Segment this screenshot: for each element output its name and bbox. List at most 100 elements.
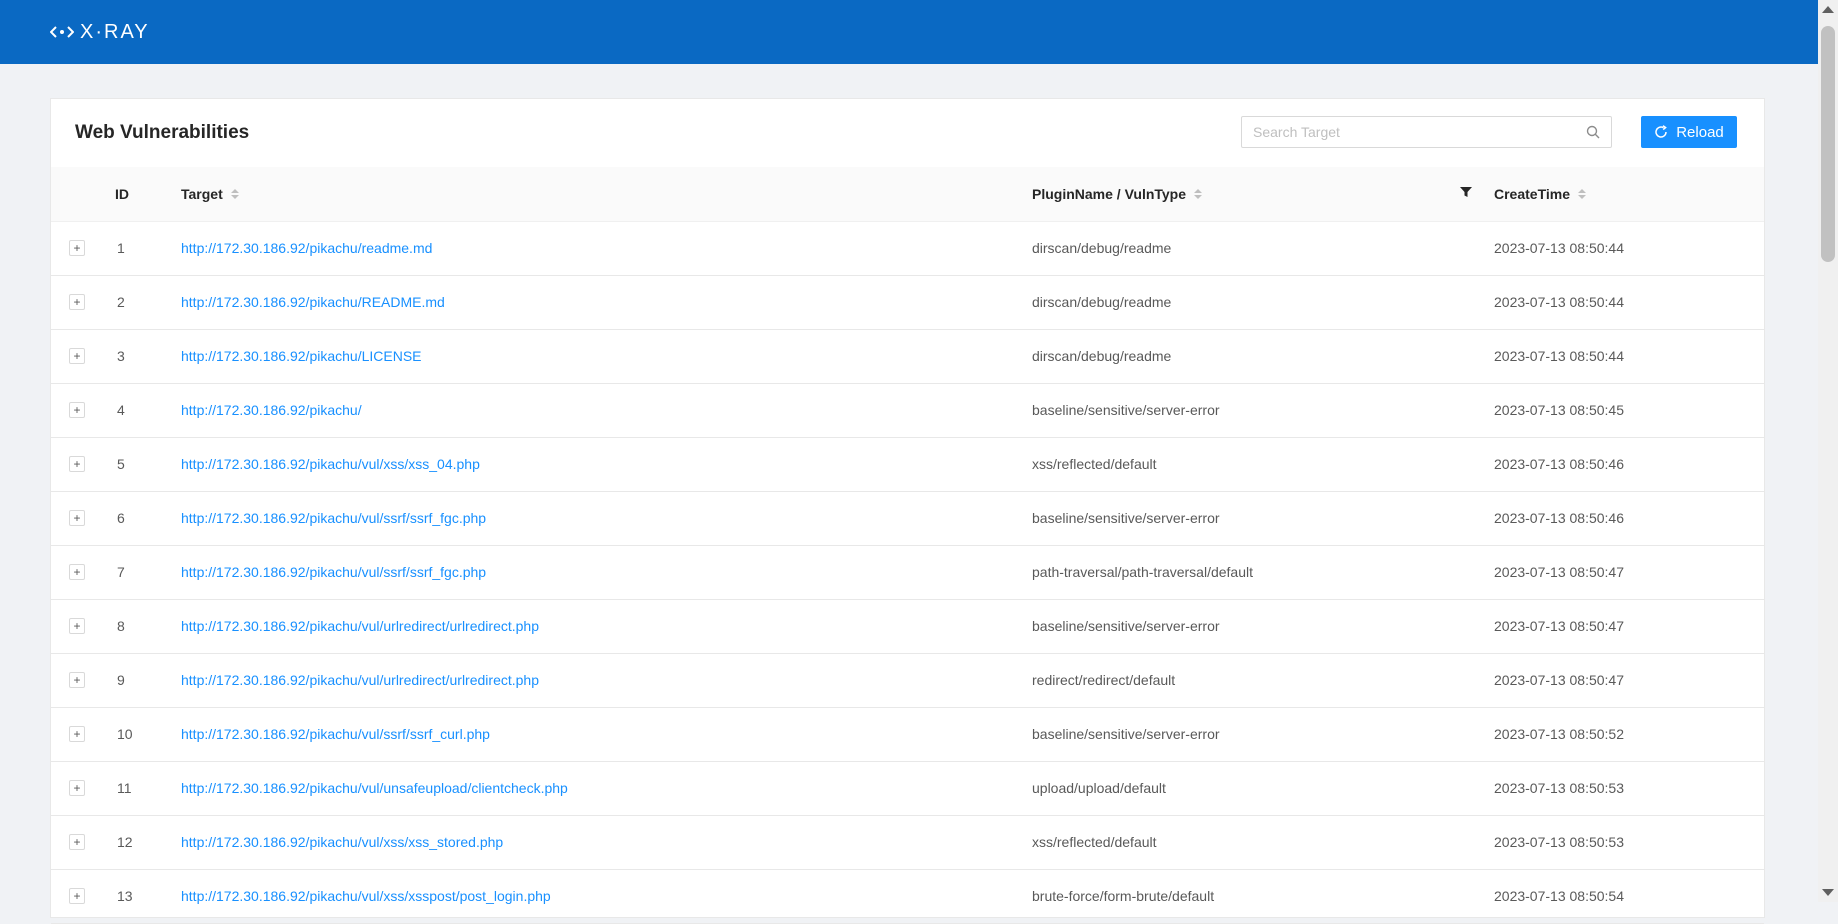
expand-row-button[interactable]: + bbox=[69, 618, 85, 634]
expand-row-button[interactable]: + bbox=[69, 780, 85, 796]
expand-cell: + bbox=[51, 275, 115, 330]
scroll-up-icon[interactable] bbox=[1822, 6, 1834, 13]
target-cell: http://172.30.186.92/pikachu/README.md bbox=[181, 275, 1032, 330]
target-link[interactable]: http://172.30.186.92/pikachu/readme.md bbox=[181, 240, 432, 256]
table-row[interactable]: +8 http://172.30.186.92/pikachu/vul/urlre… bbox=[51, 599, 1764, 654]
reload-button[interactable]: Reload bbox=[1641, 116, 1737, 148]
id-cell: 4 bbox=[115, 383, 181, 438]
plugin-cell: brute-force/form-brute/default bbox=[1032, 869, 1494, 924]
table-row[interactable]: +2 http://172.30.186.92/pikachu/README.md… bbox=[51, 275, 1764, 330]
plugin-cell: baseline/sensitive/server-error bbox=[1032, 491, 1494, 546]
target-link[interactable]: http://172.30.186.92/pikachu/LICENSE bbox=[181, 348, 422, 364]
scroll-thumb[interactable] bbox=[1821, 26, 1835, 262]
table-row[interactable]: +11 http://172.30.186.92/pikachu/vul/unsa… bbox=[51, 761, 1764, 816]
id-cell: 5 bbox=[115, 437, 181, 492]
time-cell: 2023-07-13 08:50:46 bbox=[1494, 491, 1764, 546]
expand-cell: + bbox=[51, 437, 115, 492]
target-link[interactable]: http://172.30.186.92/pikachu/vul/xss/xss… bbox=[181, 834, 503, 850]
id-cell: 1 bbox=[115, 221, 181, 276]
expand-cell: + bbox=[51, 491, 115, 546]
time-cell: 2023-07-13 08:50:47 bbox=[1494, 599, 1764, 654]
target-sort-icon[interactable] bbox=[230, 188, 239, 199]
expand-row-button[interactable]: + bbox=[69, 672, 85, 688]
time-cell: 2023-07-13 08:50:44 bbox=[1494, 329, 1764, 384]
id-cell: 12 bbox=[115, 815, 181, 870]
expand-cell: + bbox=[51, 221, 115, 276]
target-link[interactable]: http://172.30.186.92/pikachu/vul/unsafeu… bbox=[181, 780, 568, 796]
id-cell: 9 bbox=[115, 653, 181, 708]
expand-row-button[interactable]: + bbox=[69, 456, 85, 472]
expand-row-button[interactable]: + bbox=[69, 834, 85, 850]
expand-row-button[interactable]: + bbox=[69, 564, 85, 580]
table-row[interactable]: +4 http://172.30.186.92/pikachu/baseline/… bbox=[51, 383, 1764, 438]
logo-text: X·RAY bbox=[80, 20, 150, 43]
plugin-cell: upload/upload/default bbox=[1032, 761, 1494, 816]
target-link[interactable]: http://172.30.186.92/pikachu/vul/ssrf/ss… bbox=[181, 726, 490, 742]
time-cell: 2023-07-13 08:50:47 bbox=[1494, 653, 1764, 708]
target-link[interactable]: http://172.30.186.92/pikachu/vul/xss/xss… bbox=[181, 456, 480, 472]
target-link[interactable]: http://172.30.186.92/pikachu/vul/urlredi… bbox=[181, 672, 539, 688]
expand-cell: + bbox=[51, 761, 115, 816]
search-box[interactable] bbox=[1241, 116, 1612, 148]
table-row[interactable]: +6 http://172.30.186.92/pikachu/vul/ssrf/… bbox=[51, 491, 1764, 546]
search-input[interactable] bbox=[1253, 124, 1586, 140]
time-cell: 2023-07-13 08:50:47 bbox=[1494, 545, 1764, 600]
filter-icon[interactable] bbox=[1460, 186, 1472, 198]
table-header: ID Target PluginName / VulnType CreateTi… bbox=[51, 167, 1764, 222]
expand-row-button[interactable]: + bbox=[69, 510, 85, 526]
id-cell: 8 bbox=[115, 599, 181, 654]
target-link[interactable]: http://172.30.186.92/pikachu/ bbox=[181, 402, 362, 418]
target-cell: http://172.30.186.92/pikachu/LICENSE bbox=[181, 329, 1032, 384]
expand-row-button[interactable]: + bbox=[69, 402, 85, 418]
expand-cell: + bbox=[51, 599, 115, 654]
target-cell: http://172.30.186.92/pikachu/vul/ssrf/ss… bbox=[181, 491, 1032, 546]
expand-row-button[interactable]: + bbox=[69, 348, 85, 364]
target-column-header[interactable]: Target bbox=[181, 167, 1032, 222]
plugin-header-label: PluginName / VulnType bbox=[1032, 185, 1187, 202]
target-cell: http://172.30.186.92/pikachu/vul/xss/xss… bbox=[181, 869, 1032, 924]
expand-column-header bbox=[51, 167, 115, 222]
time-cell: 2023-07-13 08:50:52 bbox=[1494, 707, 1764, 762]
id-cell: 3 bbox=[115, 329, 181, 384]
target-cell: http://172.30.186.92/pikachu/ bbox=[181, 383, 1032, 438]
expand-row-button[interactable]: + bbox=[69, 294, 85, 310]
expand-row-button[interactable]: + bbox=[69, 240, 85, 256]
time-cell: 2023-07-13 08:50:54 bbox=[1494, 869, 1764, 924]
search-icon[interactable] bbox=[1586, 125, 1600, 139]
id-cell: 7 bbox=[115, 545, 181, 600]
table-row[interactable]: +12 http://172.30.186.92/pikachu/vul/xss/… bbox=[51, 815, 1764, 870]
plugin-column-header[interactable]: PluginName / VulnType bbox=[1032, 167, 1494, 222]
expand-cell: + bbox=[51, 653, 115, 708]
plugin-sort-icon[interactable] bbox=[1194, 188, 1203, 199]
expand-row-button[interactable]: + bbox=[69, 726, 85, 742]
target-link[interactable]: http://172.30.186.92/pikachu/vul/ssrf/ss… bbox=[181, 510, 486, 526]
target-link[interactable]: http://172.30.186.92/pikachu/vul/ssrf/ss… bbox=[181, 564, 486, 580]
target-link[interactable]: http://172.30.186.92/pikachu/vul/urlredi… bbox=[181, 618, 539, 634]
table-row[interactable]: +1 http://172.30.186.92/pikachu/readme.md… bbox=[51, 221, 1764, 276]
target-cell: http://172.30.186.92/pikachu/vul/xss/xss… bbox=[181, 815, 1032, 870]
table-row[interactable]: +13 http://172.30.186.92/pikachu/vul/xss/… bbox=[51, 869, 1764, 924]
plugin-cell: baseline/sensitive/server-error bbox=[1032, 383, 1494, 438]
target-cell: http://172.30.186.92/pikachu/vul/ssrf/ss… bbox=[181, 545, 1032, 600]
target-link[interactable]: http://172.30.186.92/pikachu/README.md bbox=[181, 294, 445, 310]
table-row[interactable]: +3 http://172.30.186.92/pikachu/LICENSE di… bbox=[51, 329, 1764, 384]
target-header-label: Target bbox=[181, 185, 223, 202]
table-row[interactable]: +9 http://172.30.186.92/pikachu/vul/urlre… bbox=[51, 653, 1764, 708]
expand-cell: + bbox=[51, 815, 115, 870]
table-row[interactable]: +5 http://172.30.186.92/pikachu/vul/xss/x… bbox=[51, 437, 1764, 492]
xray-logo[interactable]: X·RAY bbox=[50, 21, 150, 44]
target-cell: http://172.30.186.92/pikachu/vul/urlredi… bbox=[181, 653, 1032, 708]
table-row[interactable]: +7 http://172.30.186.92/pikachu/vul/ssrf/… bbox=[51, 545, 1764, 600]
expand-cell: + bbox=[51, 383, 115, 438]
id-column-header: ID bbox=[115, 167, 181, 222]
time-cell: 2023-07-13 08:50:45 bbox=[1494, 383, 1764, 438]
target-cell: http://172.30.186.92/pikachu/vul/ssrf/ss… bbox=[181, 707, 1032, 762]
time-column-header[interactable]: CreateTime bbox=[1494, 167, 1764, 222]
table-row[interactable]: +10 http://172.30.186.92/pikachu/vul/ssrf… bbox=[51, 707, 1764, 762]
page-scrollbar[interactable] bbox=[1818, 0, 1838, 902]
plugin-cell: xss/reflected/default bbox=[1032, 437, 1494, 492]
scroll-down-icon[interactable] bbox=[1822, 889, 1834, 896]
time-sort-icon[interactable] bbox=[1578, 188, 1587, 199]
target-cell: http://172.30.186.92/pikachu/readme.md bbox=[181, 221, 1032, 276]
id-cell: 11 bbox=[115, 761, 181, 816]
